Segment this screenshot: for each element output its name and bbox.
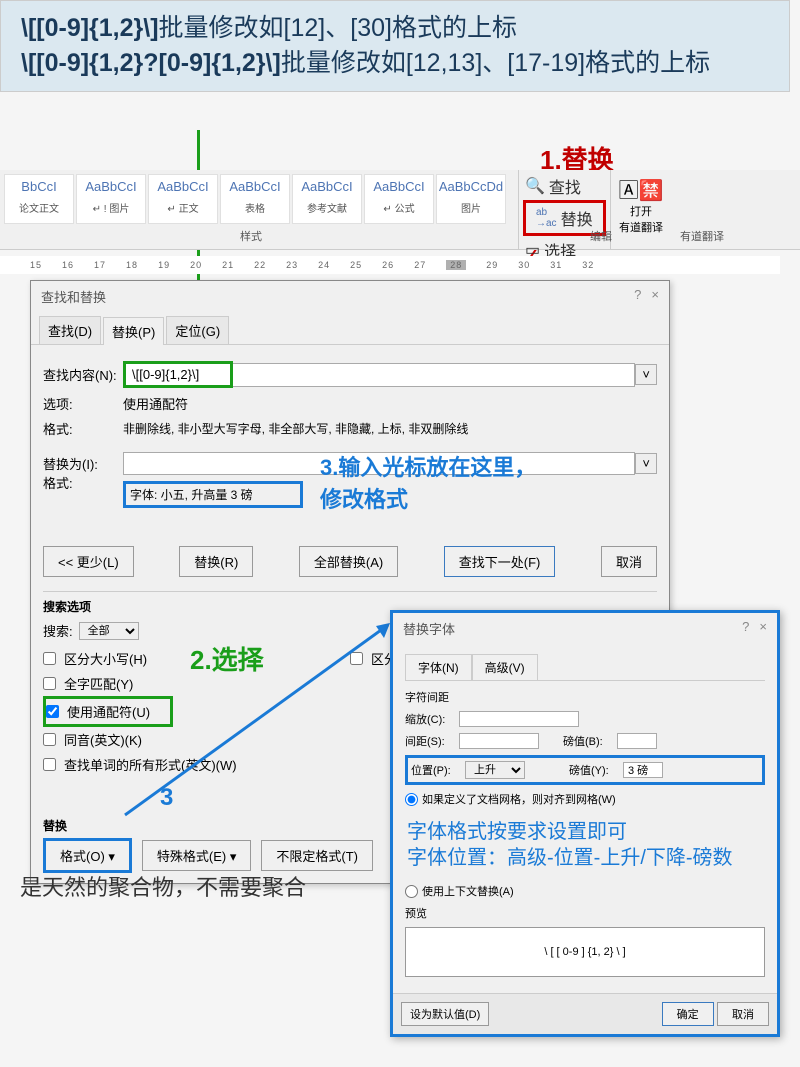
- find-next-button[interactable]: 查找下一处(F): [444, 546, 556, 577]
- annotation-2-select: 2.选择: [190, 640, 264, 677]
- position-pts-input[interactable]: [623, 762, 663, 778]
- position-label: 位置(P):: [411, 762, 461, 778]
- style-item[interactable]: AaBbCcDd图片: [436, 174, 506, 224]
- translate-name: 有道翻译: [619, 219, 664, 235]
- pts-label: 磅值(Y):: [569, 762, 619, 778]
- options-label: 选项:: [43, 394, 123, 413]
- help-icon[interactable]: ?: [742, 619, 749, 638]
- dialog-title: 查找和替换: [41, 287, 106, 306]
- tab-replace[interactable]: 替换(P): [103, 317, 164, 345]
- dialog-titlebar[interactable]: 查找和替换 ? ×: [31, 281, 669, 312]
- spacing-pts-input[interactable]: [617, 733, 657, 749]
- replace-icon: ab→ac: [536, 207, 557, 229]
- special-format-button[interactable]: 特殊格式(E) ▾: [142, 840, 251, 871]
- instruction-line-1: \[[0-9]{1,2}\]批量修改如[12]、[30]格式的上标: [21, 11, 769, 46]
- case-checkbox[interactable]: [43, 652, 56, 665]
- format-button[interactable]: 格式(O) ▾: [43, 838, 132, 873]
- cancel-button-2[interactable]: 取消: [717, 1002, 769, 1026]
- style-item[interactable]: AaBbCcI↵ ! 图片: [76, 174, 146, 224]
- instruction-header: \[[0-9]{1,2}\]批量修改如[12]、[30]格式的上标 \[[0-9…: [0, 0, 790, 92]
- style-item[interactable]: AaBbCcI↵ 公式: [364, 174, 434, 224]
- scale-label: 缩放(C):: [405, 711, 455, 727]
- help-icon[interactable]: ?: [634, 287, 641, 306]
- scale-input[interactable]: [459, 711, 579, 727]
- context-radio[interactable]: [405, 885, 418, 898]
- less-button[interactable]: << 更少(L): [43, 546, 134, 577]
- find-input[interactable]: [123, 361, 233, 388]
- preview-box: \ [ [ 0-9 ] {1, 2} \ ]: [405, 927, 765, 977]
- ribbon: BbCcI论文正文 AaBbCcI↵ ! 图片 AaBbCcI↵ 正文 AaBb…: [0, 170, 800, 250]
- style-item[interactable]: AaBbCcI↵ 正文: [148, 174, 218, 224]
- allforms-checkbox[interactable]: [43, 758, 56, 771]
- snap-radio[interactable]: [405, 793, 418, 806]
- blue-instruction-note: 字体格式按要求设置即可 字体位置：高级-位置-上升/下降-磅数: [405, 813, 765, 877]
- set-default-button[interactable]: 设为默认值(D): [401, 1002, 489, 1026]
- prefix-checkbox[interactable]: [350, 652, 363, 665]
- tab-font[interactable]: 字体(N): [405, 654, 472, 680]
- translate-open[interactable]: 打开: [619, 203, 664, 219]
- spacing-label: 间距(S):: [405, 733, 455, 749]
- dialog2-title: 替换字体: [403, 619, 455, 638]
- find-dropdown-icon[interactable]: ˅: [635, 364, 657, 385]
- tab-find[interactable]: 查找(D): [39, 316, 101, 344]
- options-value: 使用通配符: [123, 394, 188, 413]
- format-value: 非删除线, 非小型大写字母, 非全部大写, 非隐藏, 上标, 非双删除线: [123, 420, 468, 437]
- whole-word-checkbox[interactable]: [43, 677, 56, 690]
- search-direction-label: 搜索:: [43, 621, 73, 640]
- style-item[interactable]: AaBbCcI表格: [220, 174, 290, 224]
- ruler: 151617181920212223242526272829303132: [0, 256, 780, 274]
- format-label-2: 格式:: [43, 473, 123, 492]
- dialog2-titlebar[interactable]: 替换字体 ? ×: [393, 613, 777, 644]
- find-label: 查找内容(N):: [43, 365, 123, 384]
- replace-dropdown-icon[interactable]: ˅: [635, 453, 657, 474]
- search-direction-select[interactable]: 全部: [79, 622, 139, 640]
- search-icon: 🔍: [525, 176, 545, 196]
- tab-goto[interactable]: 定位(G): [166, 316, 229, 344]
- instruction-line-2: \[[0-9]{1,2}?[0-9]{1,2}\]批量修改如[12,13]、[1…: [21, 46, 769, 81]
- ribbon-group-edit: 编辑: [590, 228, 612, 244]
- dialog-tabs: 查找(D) 替换(P) 定位(G): [31, 312, 669, 345]
- ribbon-group-styles: 样式: [240, 228, 262, 244]
- annotation-3-replace-format: 3.输入光标放在这里， 修改格式: [320, 450, 536, 514]
- close-icon[interactable]: ×: [651, 287, 659, 306]
- annotation-3-small: 3: [160, 784, 173, 812]
- style-item[interactable]: AaBbCcI参考文献: [292, 174, 362, 224]
- ribbon-group-translate: 有道翻译: [680, 228, 724, 244]
- replace-one-button[interactable]: 替换(R): [179, 546, 253, 577]
- similar-checkbox[interactable]: [43, 733, 56, 746]
- preview-label: 预览: [405, 905, 765, 921]
- find-button[interactable]: 🔍查找: [523, 172, 606, 200]
- cancel-button[interactable]: 取消: [601, 546, 657, 577]
- close-icon[interactable]: ×: [759, 619, 767, 638]
- translate-icon[interactable]: 🄰🈲: [619, 174, 664, 203]
- char-spacing-label: 字符间距: [405, 689, 765, 705]
- no-format-button[interactable]: 不限定格式(T): [261, 840, 373, 871]
- document-body-text: 是天然的聚合物，不需要聚合: [20, 870, 306, 902]
- position-select[interactable]: 上升: [465, 761, 525, 779]
- replace-format-value: 字体: 小五, 升高量 3 磅: [130, 486, 253, 503]
- spacing-input[interactable]: [459, 733, 539, 749]
- replace-all-button[interactable]: 全部替换(A): [299, 546, 398, 577]
- wildcard-checkbox[interactable]: [46, 705, 59, 718]
- ok-button[interactable]: 确定: [662, 1002, 714, 1026]
- format-label: 格式:: [43, 419, 123, 438]
- replace-font-dialog: 替换字体 ? × 字体(N) 高级(V) 字符间距 缩放(C): 间距(S): 磅…: [390, 610, 780, 1037]
- tab-advanced[interactable]: 高级(V): [472, 654, 538, 680]
- replace-label: 替换为(I):: [43, 454, 123, 473]
- style-item[interactable]: BbCcI论文正文: [4, 174, 74, 224]
